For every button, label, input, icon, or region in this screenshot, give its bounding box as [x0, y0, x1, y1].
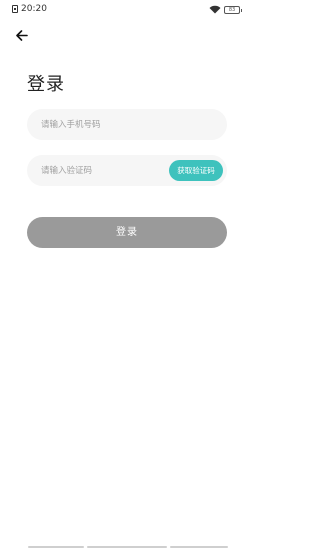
arrow-left-icon	[16, 29, 28, 41]
sim-icon	[12, 5, 18, 13]
bottom-indicator	[28, 546, 84, 548]
page-title: 登录	[27, 74, 65, 95]
login-button[interactable]: 登录	[27, 217, 227, 248]
bottom-indicator	[87, 546, 167, 548]
back-button[interactable]	[12, 26, 32, 44]
status-bar: 20:20 83	[0, 0, 254, 20]
verification-code-input[interactable]	[41, 155, 161, 186]
status-right: 83	[209, 5, 242, 14]
status-time: 20:20	[21, 4, 47, 14]
phone-input[interactable]	[41, 109, 211, 140]
battery-icon: 83	[224, 5, 242, 14]
get-code-button[interactable]: 获取验证码	[169, 160, 223, 181]
wifi-icon	[209, 5, 221, 14]
bottom-indicators	[28, 546, 228, 548]
code-field: 获取验证码	[27, 155, 227, 186]
status-left: 20:20	[12, 4, 47, 14]
bottom-indicator	[170, 546, 228, 548]
phone-field	[27, 109, 227, 140]
